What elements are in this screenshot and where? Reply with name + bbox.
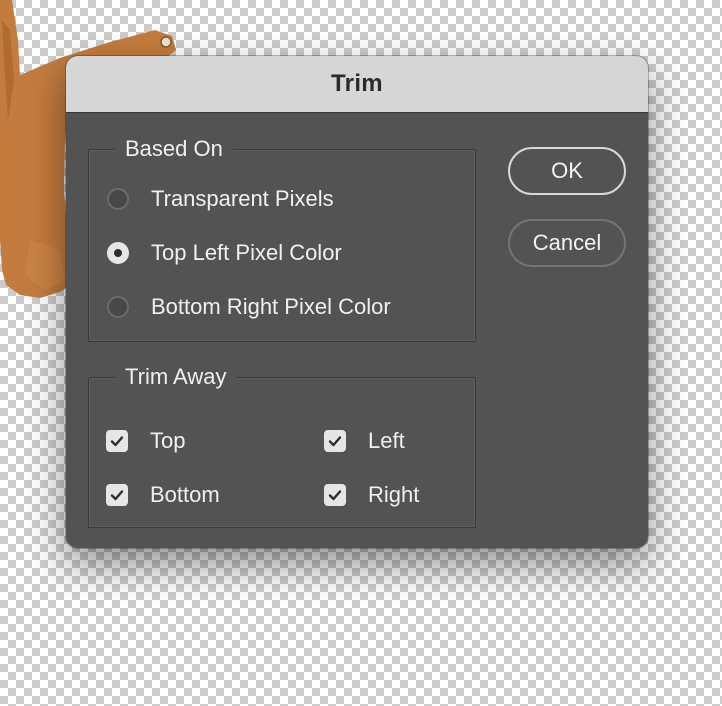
checkbox-right[interactable]: Right <box>324 482 419 508</box>
trim-dialog: Trim Based On Transparent Pixels Top Lef… <box>66 56 648 548</box>
checkmark-icon <box>110 490 124 501</box>
checkmark-icon <box>328 436 342 447</box>
checkmark-icon <box>110 436 124 447</box>
radio-label: Top Left Pixel Color <box>151 240 342 265</box>
checkbox-label: Top <box>150 428 186 453</box>
radio-label: Bottom Right Pixel Color <box>151 294 391 319</box>
radio-bottom-right-pixel-color[interactable]: Bottom Right Pixel Color <box>107 294 391 320</box>
checkbox-checked[interactable] <box>324 430 346 452</box>
checkbox-label: Bottom <box>150 482 220 507</box>
checkmark-icon <box>328 490 342 501</box>
dialog-title: Trim <box>331 70 383 97</box>
trim-away-group: Trim Away Top Left Bottom Right <box>88 363 476 528</box>
radio-transparent-pixels[interactable]: Transparent Pixels <box>107 186 334 212</box>
checkbox-top[interactable]: Top <box>106 428 185 454</box>
radio-button[interactable] <box>107 296 129 318</box>
dialog-titlebar[interactable]: Trim <box>66 56 648 113</box>
radio-button-selected[interactable] <box>107 242 129 264</box>
checkbox-bottom[interactable]: Bottom <box>106 482 220 508</box>
ok-button[interactable]: OK <box>508 147 626 195</box>
based-on-group: Based On Transparent Pixels Top Left Pix… <box>88 135 476 342</box>
radio-top-left-pixel-color[interactable]: Top Left Pixel Color <box>107 240 342 266</box>
based-on-legend: Based On <box>115 135 233 163</box>
checkbox-checked[interactable] <box>106 484 128 506</box>
checkbox-checked[interactable] <box>324 484 346 506</box>
radio-label: Transparent Pixels <box>151 186 334 211</box>
checkbox-label: Left <box>368 428 405 453</box>
checkbox-checked[interactable] <box>106 430 128 452</box>
trim-away-legend: Trim Away <box>115 363 237 391</box>
cancel-button[interactable]: Cancel <box>508 219 626 267</box>
radio-button[interactable] <box>107 188 129 210</box>
checkbox-label: Right <box>368 482 420 507</box>
checkbox-left[interactable]: Left <box>324 428 405 454</box>
